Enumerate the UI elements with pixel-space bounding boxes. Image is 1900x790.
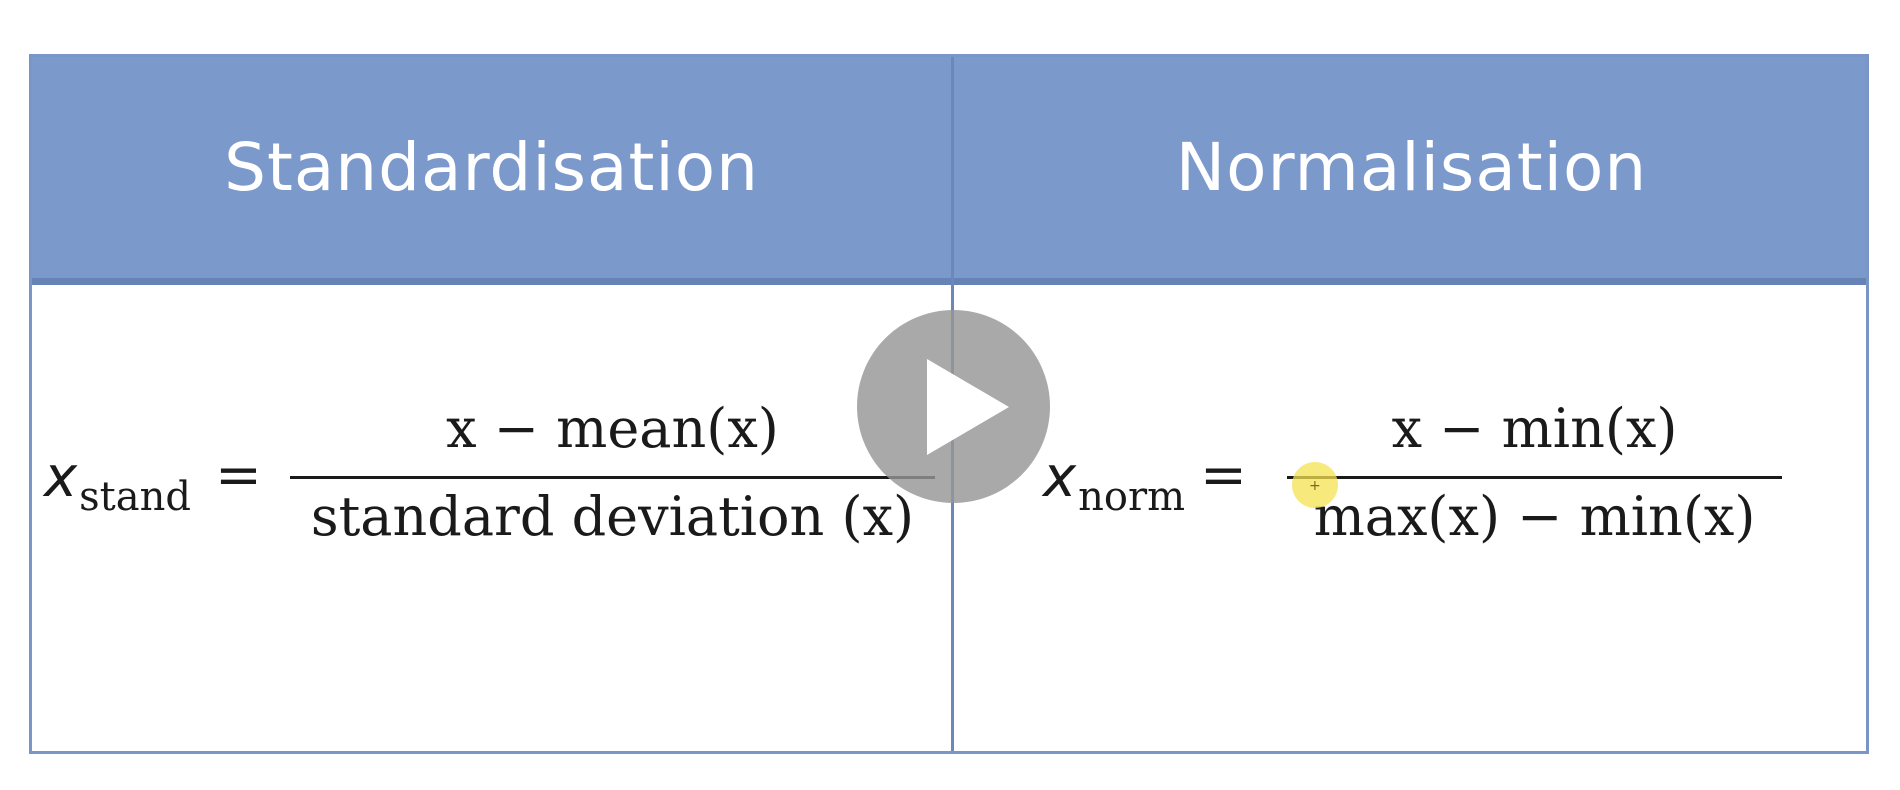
normalisation-numerator: x − min(x): [1391, 397, 1678, 460]
normalisation-subscript: norm: [1078, 474, 1186, 520]
normalisation-denominator: max(x) − min(x): [1313, 485, 1756, 548]
normalisation-fraction-line: [1287, 476, 1782, 479]
play-button[interactable]: [857, 310, 1050, 503]
standardisation-fraction-line: [290, 476, 935, 479]
normalisation-lhs: xnorm: [1043, 450, 1185, 518]
slide: Standardisation Normalisation xstand = x…: [0, 0, 1900, 790]
header-normalisation: Normalisation: [1175, 129, 1648, 206]
standardisation-subscript: stand: [79, 474, 191, 520]
standardisation-var: x: [44, 445, 78, 510]
normalisation-equals: =: [1200, 443, 1247, 508]
play-icon: [927, 359, 1009, 455]
standardisation-denominator: standard deviation (x): [310, 485, 915, 548]
standardisation-equals: =: [215, 443, 262, 508]
normalisation-var: x: [1043, 445, 1077, 510]
standardisation-lhs: xstand: [44, 450, 191, 518]
cursor-crosshair-icon: +: [1309, 478, 1321, 494]
header-standardisation: Standardisation: [224, 129, 759, 206]
standardisation-numerator: x − mean(x): [446, 397, 779, 460]
